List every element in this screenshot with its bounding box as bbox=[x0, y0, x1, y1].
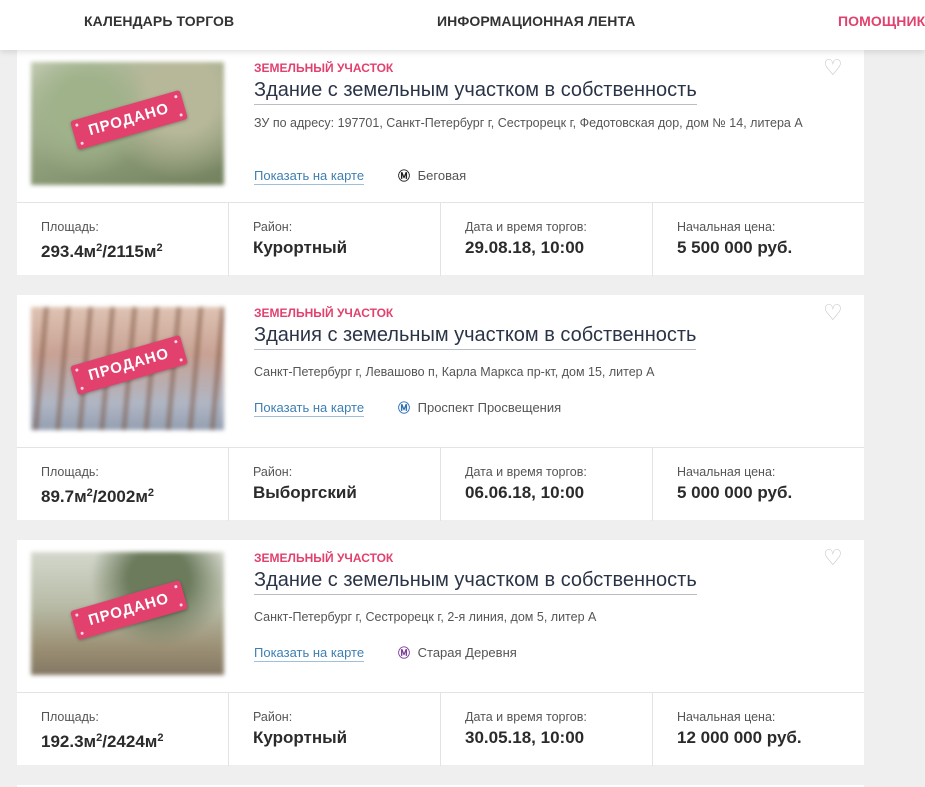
district-label: Район: bbox=[253, 465, 293, 479]
stat-start-price: Начальная цена: 5 000 000 руб. bbox=[653, 448, 864, 521]
district-label: Район: bbox=[253, 220, 293, 234]
area-value: 89.7м2/2002м2 bbox=[41, 487, 155, 506]
start-price-value: 5 000 000 руб. bbox=[677, 483, 793, 502]
metro-name: Беговая bbox=[417, 168, 467, 183]
nav-trade-calendar[interactable]: КАЛЕНДАРЬ ТОРГОВ bbox=[84, 13, 234, 29]
listing-address: Санкт-Петербург г, Левашово п, Карла Мар… bbox=[254, 365, 655, 379]
show-on-map-link[interactable]: Показать на карте bbox=[254, 400, 365, 417]
area-label: Площадь: bbox=[41, 710, 99, 724]
metro-station: Ⓜ Беговая bbox=[398, 168, 466, 184]
start-price-value: 5 500 000 руб. bbox=[677, 238, 793, 257]
favorite-heart-icon[interactable]: ♡ bbox=[823, 303, 845, 325]
start-price-label: Начальная цена: bbox=[677, 465, 776, 479]
area-label: Площадь: bbox=[41, 465, 99, 479]
trade-date-value: 29.08.18, 10:00 bbox=[465, 238, 585, 257]
metro-station: Ⓜ Проспект Просвещения bbox=[398, 400, 561, 416]
nav-info-feed[interactable]: ИНФОРМАЦИОННАЯ ЛЕНТА bbox=[437, 13, 635, 29]
listing-card[interactable]: ПРОДАНО ЗЕМЕЛЬНЫЙ УЧАСТОК Здание с земел… bbox=[17, 50, 864, 276]
metro-station: Ⓜ Старая Деревня bbox=[398, 645, 517, 661]
trade-date-value: 06.06.18, 10:00 bbox=[465, 483, 585, 502]
metro-name: Старая Деревня bbox=[417, 645, 517, 660]
stat-trade-date: Дата и время торгов: 06.06.18, 10:00 bbox=[441, 448, 653, 521]
trade-date-label: Дата и время торгов: bbox=[465, 465, 587, 479]
district-value: Курортный bbox=[253, 238, 348, 257]
listing-type: ЗЕМЕЛЬНЫЙ УЧАСТОК bbox=[254, 61, 394, 75]
trade-date-label: Дата и время торгов: bbox=[465, 220, 587, 234]
listing-card[interactable]: ПРОДАНО ЗЕМЕЛЬНЫЙ УЧАСТОК Здания с земел… bbox=[17, 295, 864, 521]
listing-title[interactable]: Здания с земельным участком в собственно… bbox=[254, 323, 697, 350]
area-value: 192.3м2/2424м2 bbox=[41, 732, 164, 751]
listing-title[interactable]: Здание с земельным участком в собственно… bbox=[254, 78, 697, 105]
favorite-heart-icon[interactable]: ♡ bbox=[823, 58, 845, 80]
metro-icon: Ⓜ bbox=[398, 401, 411, 415]
stat-trade-date: Дата и время торгов: 29.08.18, 10:00 bbox=[441, 203, 653, 276]
listing-type: ЗЕМЕЛЬНЫЙ УЧАСТОК bbox=[254, 306, 394, 320]
trade-date-value: 30.05.18, 10:00 bbox=[465, 728, 585, 747]
stat-area: Площадь: 192.3м2/2424м2 bbox=[17, 693, 229, 766]
stat-area: Площадь: 293.4м2/2115м2 bbox=[17, 203, 229, 276]
listing-address: ЗУ по адресу: 197701, Санкт-Петербург г,… bbox=[254, 116, 803, 130]
stat-start-price: Начальная цена: 5 500 000 руб. bbox=[653, 203, 864, 276]
stat-trade-date: Дата и время торгов: 30.05.18, 10:00 bbox=[441, 693, 653, 766]
stat-start-price: Начальная цена: 12 000 000 руб. bbox=[653, 693, 864, 766]
district-value: Выборгский bbox=[253, 483, 357, 502]
stat-area: Площадь: 89.7м2/2002м2 bbox=[17, 448, 229, 521]
listing-card[interactable]: ПРОДАНО ЗЕМЕЛЬНЫЙ УЧАСТОК Здание с земел… bbox=[17, 540, 864, 766]
nav-helper[interactable]: ПОМОЩНИК bbox=[838, 13, 925, 29]
start-price-value: 12 000 000 руб. bbox=[677, 728, 802, 747]
stat-district: Район: Выборгский bbox=[229, 448, 441, 521]
show-on-map-link[interactable]: Показать на карте bbox=[254, 645, 365, 662]
area-label: Площадь: bbox=[41, 220, 99, 234]
listing-stats: Площадь: 89.7м2/2002м2 Район: Выборгский… bbox=[17, 447, 864, 521]
listing-type: ЗЕМЕЛЬНЫЙ УЧАСТОК bbox=[254, 551, 394, 565]
listing-stats: Площадь: 293.4м2/2115м2 Район: Курортный… bbox=[17, 202, 864, 276]
metro-name: Проспект Просвещения bbox=[417, 400, 562, 415]
start-price-label: Начальная цена: bbox=[677, 710, 776, 724]
trade-date-label: Дата и время торгов: bbox=[465, 710, 587, 724]
favorite-heart-icon[interactable]: ♡ bbox=[823, 548, 845, 570]
metro-icon: Ⓜ bbox=[398, 646, 411, 660]
stat-district: Район: Курортный bbox=[229, 203, 441, 276]
start-price-label: Начальная цена: bbox=[677, 220, 776, 234]
district-label: Район: bbox=[253, 710, 293, 724]
area-value: 293.4м2/2115м2 bbox=[41, 242, 163, 261]
stat-district: Район: Курортный bbox=[229, 693, 441, 766]
listing-address: Санкт-Петербург г, Сестрорецк г, 2-я лин… bbox=[254, 610, 597, 624]
top-navigation: КАЛЕНДАРЬ ТОРГОВ ИНФОРМАЦИОННАЯ ЛЕНТА ПО… bbox=[0, 0, 925, 50]
metro-icon: Ⓜ bbox=[398, 169, 411, 183]
listing-title[interactable]: Здание с земельным участком в собственно… bbox=[254, 568, 697, 595]
show-on-map-link[interactable]: Показать на карте bbox=[254, 168, 365, 185]
district-value: Курортный bbox=[253, 728, 348, 747]
listing-stats: Площадь: 192.3м2/2424м2 Район: Курортный… bbox=[17, 692, 864, 766]
